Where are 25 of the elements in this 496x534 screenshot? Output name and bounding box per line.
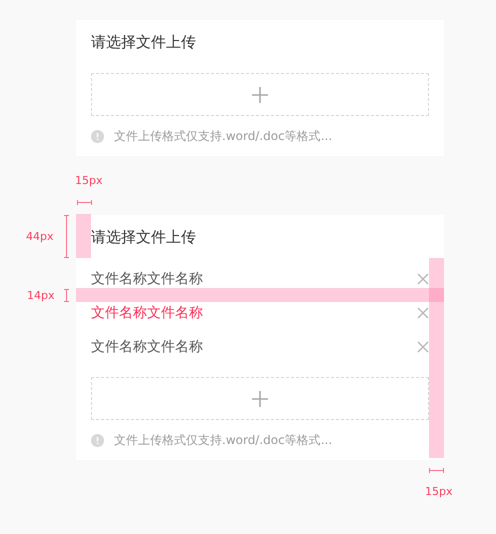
dimension-line — [64, 215, 69, 258]
dimension-line — [429, 468, 444, 473]
dimension-label: 15px — [75, 174, 102, 187]
hint-text: 文件上传格式仅支持.word/.doc等格式... — [114, 128, 332, 144]
spacing-overlay — [76, 214, 91, 258]
card-title: 请选择文件上传 — [91, 32, 197, 53]
plus-icon — [252, 86, 268, 102]
card-title: 请选择文件上传 — [91, 227, 197, 248]
info-icon — [91, 434, 104, 446]
dimension-line — [77, 200, 92, 205]
hint-text: 文件上传格式仅支持.word/.doc等格式... — [114, 432, 332, 448]
close-icon[interactable] — [417, 273, 429, 285]
file-name: 文件名称文件名称 — [91, 338, 203, 356]
file-name: 文件名称文件名称 — [91, 304, 203, 322]
close-icon[interactable] — [417, 307, 429, 319]
dimension-line — [64, 289, 69, 302]
close-icon[interactable] — [417, 341, 429, 353]
upload-area[interactable] — [91, 377, 429, 420]
plus-icon — [252, 390, 268, 406]
dimension-label: 14px — [27, 289, 54, 302]
file-name: 文件名称文件名称 — [91, 270, 203, 288]
upload-area[interactable] — [91, 73, 429, 116]
dimension-label: 15px — [425, 485, 452, 498]
dimension-label: 44px — [26, 230, 54, 243]
info-icon — [91, 130, 104, 142]
